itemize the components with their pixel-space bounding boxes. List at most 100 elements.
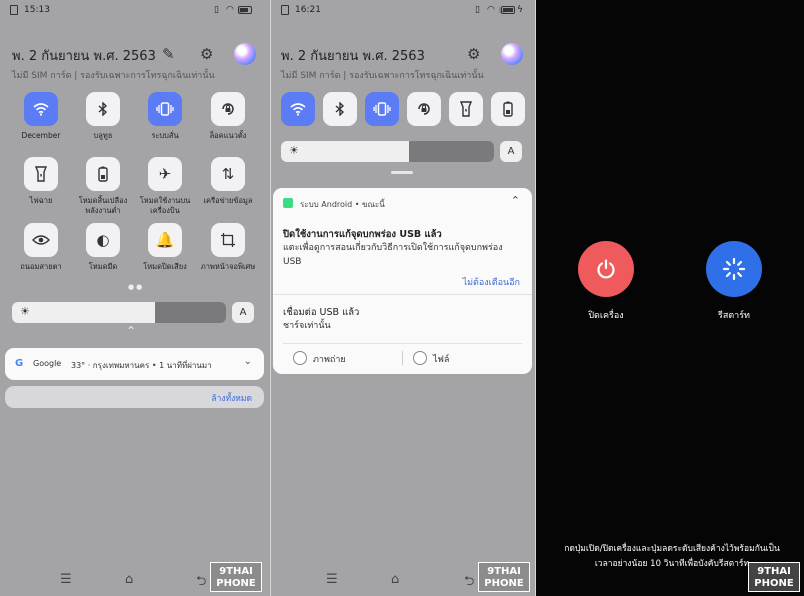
watermark-line2: PHONE xyxy=(484,578,524,589)
power-off-button[interactable] xyxy=(578,241,634,297)
option-separator xyxy=(402,351,403,365)
eye-icon xyxy=(32,234,50,246)
quick-tile-label: ระบบสั่น xyxy=(151,131,179,140)
collapse-notification-icon[interactable]: ⌃ xyxy=(511,194,520,207)
quick-tile-bluetooth[interactable] xyxy=(86,92,120,126)
usb-connected-title: เชื่อมต่อ USB แล้ว xyxy=(283,307,360,318)
home-nav-icon[interactable]: ⌂ xyxy=(125,572,133,587)
quick-tile-rotation-lock[interactable] xyxy=(211,92,245,126)
quick-tile-flashlight[interactable] xyxy=(24,157,58,191)
quick-tile-label: ไฟฉาย xyxy=(29,196,53,205)
restart-button[interactable] xyxy=(706,241,762,297)
brightness-fill xyxy=(281,141,409,162)
wifi-status-icon: ◠ xyxy=(487,5,495,15)
settings-gear-icon[interactable]: ⚙ xyxy=(200,45,213,63)
quick-tile-vibrate[interactable] xyxy=(365,92,399,126)
vibrate-icon xyxy=(156,102,174,116)
edit-pencil-icon[interactable]: ✎ xyxy=(162,45,175,63)
settings-gear-icon[interactable]: ⚙ xyxy=(467,45,480,63)
brightness-slider[interactable]: ☀ xyxy=(281,141,494,162)
battery-saver-icon xyxy=(98,166,108,182)
bell-icon: 🔔 xyxy=(155,231,175,249)
android-system-notification[interactable]: ระบบ Android • ขณะนี้ ⌃ ปิดใช้งานการแก้จ… xyxy=(273,188,532,374)
quick-tile-screenshot[interactable] xyxy=(211,223,245,257)
dont-remind-button[interactable]: ไม่ต้องเตือนอีก xyxy=(463,275,520,289)
watermark-line2: PHONE xyxy=(216,578,256,589)
screen-notifications: 16:21 ▯ ◠ ◣ ϟ พ. 2 กันยายน พ.ศ. 2563 ⚙ ไ… xyxy=(271,0,535,596)
quick-tile-dark-mode[interactable]: ◐ xyxy=(86,223,120,257)
clear-all-button[interactable]: ล้างทั้งหมด xyxy=(211,391,252,405)
collapse-chevron-icon[interactable]: ⌃ xyxy=(126,324,136,338)
power-icon xyxy=(597,259,615,279)
file-option-label[interactable]: ไฟล์ xyxy=(433,352,449,366)
charging-icon: ϟ xyxy=(517,5,523,15)
google-note-text: 33° · กรุงเทพมหานคร • 1 นาทีที่ผ่านมา xyxy=(71,361,212,370)
dark-mode-icon: ◐ xyxy=(96,231,110,249)
clear-all-bar: ล้างทั้งหมด xyxy=(5,386,264,408)
menu-nav-icon[interactable]: ☰ xyxy=(60,572,72,587)
auto-brightness-button[interactable]: A xyxy=(500,141,522,162)
user-avatar[interactable] xyxy=(501,43,523,65)
notification-divider xyxy=(273,294,532,295)
notification-source: ระบบ Android • ขณะนี้ xyxy=(300,200,385,209)
quick-tile-bell[interactable]: 🔔 xyxy=(148,223,182,257)
status-bar: 15:13 ▯ ◠ ◣ xyxy=(0,0,270,22)
watermark-line1: 9THAI xyxy=(219,566,253,577)
watermark-line1: 9THAI xyxy=(757,566,791,577)
quick-tile-wifi[interactable] xyxy=(281,92,315,126)
sim-status-text: ไม่มี SIM การ์ด | รองรับเฉพาะการโทรฉุกเฉ… xyxy=(12,71,215,81)
quick-tile-rotation-lock[interactable] xyxy=(407,92,441,126)
back-nav-icon[interactable]: ⮌ xyxy=(196,572,206,594)
wifi-icon xyxy=(290,102,306,116)
restart-label: รีสตาร์ท xyxy=(718,311,750,321)
watermark-line2: PHONE xyxy=(754,578,794,589)
file-radio[interactable] xyxy=(413,351,427,365)
quick-tile-eye[interactable] xyxy=(24,223,58,257)
quick-tile-label: โหมดสิ้นเปลืองพลังงานต่ำ xyxy=(78,196,128,215)
brightness-slider[interactable]: ☀ xyxy=(12,302,226,323)
google-notification-card[interactable]: G Google 33° · กรุงเทพมหานคร • 1 นาทีที่… xyxy=(5,348,264,380)
android-icon xyxy=(283,198,293,208)
auto-brightness-button[interactable]: A xyxy=(232,302,254,323)
sim-status-text: ไม่มี SIM การ์ด | รองรับเฉพาะการโทรฉุกเฉ… xyxy=(281,71,484,81)
quick-tile-label: ภาพหน้าจอพิเศษ xyxy=(200,262,256,271)
screen-power-menu: ปิดเครื่อง รีสตาร์ท กดปุ่มเปิด/ปิดเครื่อ… xyxy=(536,0,804,596)
usb-debug-title: ปิดใช้งานการแก้จุดบกพร่อง USB แล้ว xyxy=(283,229,442,240)
quick-tile-vibrate[interactable] xyxy=(148,92,182,126)
quick-tile-label: December xyxy=(21,131,61,140)
photo-option-label[interactable]: ภาพถ่าย xyxy=(313,352,346,366)
status-bar: 16:21 ▯ ◠ ◣ ϟ xyxy=(271,0,535,22)
quick-tile-label: บลูทูธ xyxy=(93,131,113,140)
quick-tile-flashlight[interactable] xyxy=(449,92,483,126)
quick-tile-battery-saver[interactable] xyxy=(491,92,525,126)
expand-chevron-icon[interactable]: ⌄ xyxy=(244,356,252,367)
menu-nav-icon[interactable]: ☰ xyxy=(326,572,338,587)
vibrate-status-icon: ▯ xyxy=(214,5,219,15)
date-label: พ. 2 กันยายน พ.ศ. 2563 xyxy=(12,49,156,64)
wifi-status-icon: ◠ xyxy=(226,5,234,15)
quick-tile-battery-saver[interactable] xyxy=(86,157,120,191)
quick-tile-wifi[interactable] xyxy=(24,92,58,126)
usb-debug-text: แตะเพื่อดูการสอนเกี่ยวกับวิธีการเปิดใช้ก… xyxy=(283,243,503,267)
restart-icon xyxy=(722,257,746,281)
drag-handle[interactable] xyxy=(391,171,413,174)
rotation-lock-icon xyxy=(416,101,432,117)
quick-tile-bluetooth[interactable] xyxy=(323,92,357,126)
user-avatar[interactable] xyxy=(234,43,256,65)
google-g-icon: G xyxy=(15,358,24,369)
quick-tile-mobile-data[interactable]: ⇅ xyxy=(211,157,245,191)
options-divider xyxy=(283,343,522,344)
quick-tile-label: ล็อคแนวตั้ง xyxy=(209,131,247,140)
sim-icon xyxy=(10,5,18,15)
photo-radio[interactable] xyxy=(293,351,307,365)
back-nav-icon[interactable]: ⮌ xyxy=(464,572,474,594)
home-nav-icon[interactable]: ⌂ xyxy=(391,572,399,587)
usb-connected-text: ชาร์จเท่านั้น xyxy=(283,321,331,331)
flashlight-icon xyxy=(35,166,47,182)
screenshot-icon xyxy=(220,232,236,248)
quick-tile-label: โหมดปิดเสียง xyxy=(143,262,187,271)
quick-tile-label: โหมดมืด xyxy=(88,262,118,271)
vibrate-status-icon: ▯ xyxy=(475,5,480,15)
quick-tile-airplane[interactable]: ✈ xyxy=(148,157,182,191)
watermark-logo: 9THAI PHONE xyxy=(478,562,530,592)
